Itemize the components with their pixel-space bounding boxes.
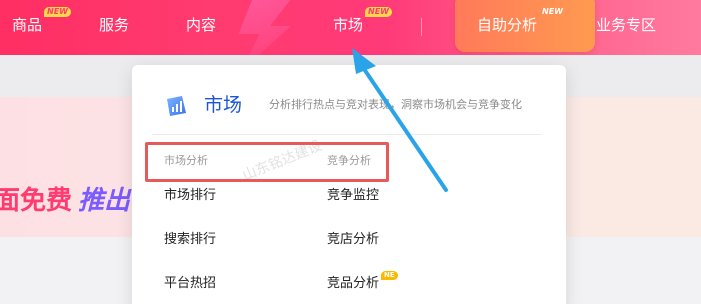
market-dropdown-panel: 市场 分析排行热点与竞对表现，洞察市场机会与竞争变化 市场分析 竞争分析 市场排… — [132, 65, 566, 304]
nav-divider — [421, 18, 422, 36]
menu-item-search-ranking[interactable]: 搜索排行 — [164, 231, 216, 249]
nav-item-self-analysis[interactable]: 自助分析 NEW — [477, 7, 563, 36]
market-chart-icon — [167, 96, 186, 116]
new-badge: NEW — [365, 7, 392, 17]
menu-item-competition-monitor[interactable]: 竞争监控 — [327, 187, 379, 205]
nav-item-label: 内容 — [186, 16, 217, 34]
lightning-decoration — [238, 0, 298, 55]
menu-item-competitor-product-analysis[interactable]: 竞品分析 NE — [327, 271, 398, 293]
banner-headline: 面免费 推出 — [0, 180, 130, 217]
nav-item-label: 自助分析 — [477, 16, 538, 34]
new-badge: NEW — [44, 7, 71, 17]
nav-item-label: 市场 — [333, 16, 364, 34]
panel-description: 分析排行热点与竞对表现，洞察市场机会与竞争变化 — [269, 98, 522, 111]
new-badge: NEW — [542, 7, 563, 16]
panel-title: 市场 — [204, 94, 243, 116]
banner-text-red: 面免费 — [0, 186, 73, 216]
nav-item-business-zone[interactable]: 业务专区 — [596, 14, 656, 36]
nav-item-market[interactable]: 市场 NEW — [333, 7, 392, 36]
menu-item-platform-hot[interactable]: 平台热招 — [164, 275, 216, 293]
nav-item-content[interactable]: 内容 — [186, 14, 216, 36]
page: 商品 NEW 服务 内容 市场 NEW 自助分析 NEW 业务专区 面免费推出 — [0, 0, 701, 304]
banner-text-blue: 推出 — [78, 186, 131, 216]
nav-item-label: 业务专区 — [596, 16, 657, 34]
nav-item-service[interactable]: 服务 — [99, 14, 129, 36]
top-nav-bar: 商品 NEW 服务 内容 市场 NEW 自助分析 NEW 业务专区 — [0, 0, 701, 55]
annotation-highlight-box — [145, 142, 389, 182]
menu-item-market-ranking[interactable]: 市场排行 — [164, 187, 216, 205]
nav-item-label: 服务 — [99, 16, 130, 34]
nav-item-label: 商品 — [12, 16, 43, 34]
menu-item-competitor-store-analysis[interactable]: 竞店分析 — [327, 231, 379, 249]
new-badge: NE — [381, 271, 398, 280]
nav-item-goods[interactable]: 商品 NEW — [12, 7, 71, 36]
menu-item-label: 竞品分析 — [327, 276, 380, 291]
panel-divider — [152, 134, 542, 135]
